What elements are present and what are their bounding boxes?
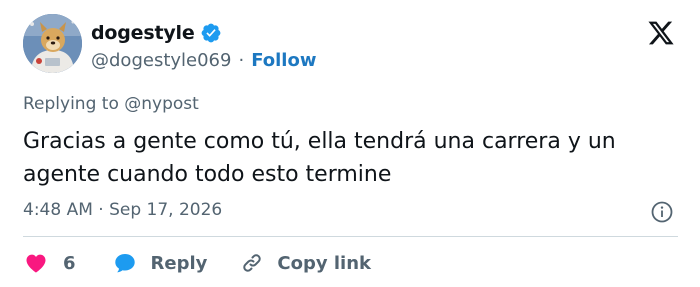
- divider: [23, 236, 678, 237]
- avatar[interactable]: [23, 14, 82, 73]
- replying-to-label[interactable]: Replying to @nypost: [23, 94, 199, 114]
- speech-bubble-icon: [114, 254, 135, 273]
- tweet-timestamp[interactable]: 4:48 AM · Sep 17, 2026: [23, 200, 222, 220]
- like-count: 6: [63, 252, 76, 274]
- avatar-image: [23, 14, 82, 73]
- reply-label: Reply: [150, 252, 208, 274]
- copy-link-button[interactable]: Copy link: [239, 251, 371, 275]
- heart-icon: [26, 254, 46, 273]
- author-handle-row: @dogestyle069 · Follow: [91, 48, 316, 72]
- tweet-text: Gracias a gente como tú, ella tendrá una…: [23, 129, 616, 187]
- link-icon: [243, 254, 262, 272]
- like-button[interactable]: 6: [23, 251, 76, 275]
- author-name-row: dogestyle: [91, 20, 222, 46]
- verified-badge-icon: [201, 23, 220, 43]
- follow-button[interactable]: Follow: [251, 50, 316, 71]
- info-icon[interactable]: [650, 200, 674, 224]
- copy-link-label: Copy link: [277, 252, 371, 274]
- x-logo-icon[interactable]: [646, 19, 676, 47]
- author-display-name[interactable]: dogestyle: [91, 22, 195, 44]
- separator-dot: ·: [238, 49, 245, 71]
- action-bar: 6 Reply Copy link: [23, 248, 371, 278]
- reply-button[interactable]: Reply: [112, 251, 208, 275]
- author-handle[interactable]: @dogestyle069: [91, 50, 231, 71]
